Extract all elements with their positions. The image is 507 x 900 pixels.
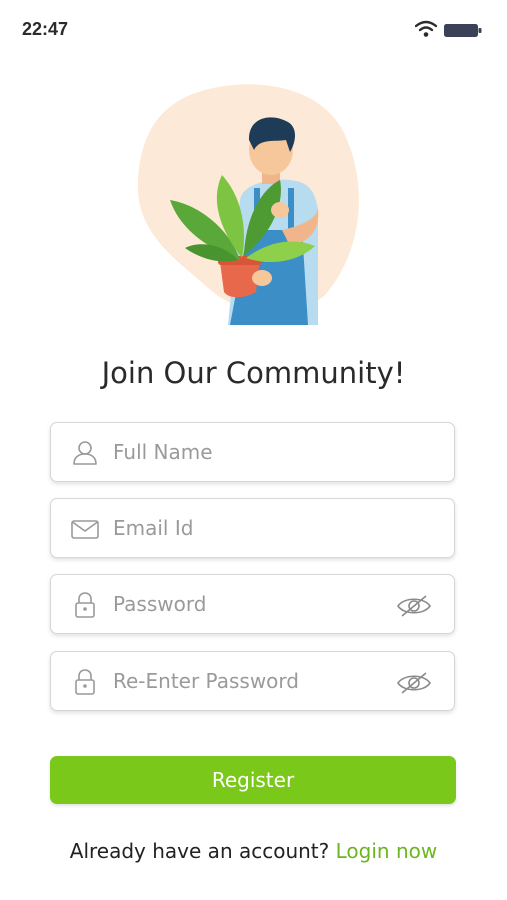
email-input[interactable] (113, 499, 383, 557)
mail-icon (71, 520, 99, 539)
status-bar: 22:47 (0, 0, 507, 60)
community-illustration (137, 84, 359, 325)
eye-slash-icon[interactable] (396, 594, 432, 618)
password-input[interactable] (113, 575, 383, 633)
eye-slash-icon[interactable] (396, 671, 432, 695)
status-time: 22:47 (22, 19, 69, 39)
login-now-link[interactable]: Login now (336, 839, 438, 863)
confirm-password-field[interactable] (50, 651, 455, 711)
full-name-field[interactable] (50, 422, 455, 482)
confirm-password-input[interactable] (113, 652, 383, 710)
battery-icon (444, 24, 482, 37)
password-field[interactable] (50, 574, 455, 634)
wifi-icon (415, 20, 437, 37)
lock-icon (75, 592, 95, 618)
page-title: Join Our Community! (101, 356, 406, 390)
lock-icon (75, 669, 95, 695)
email-field[interactable] (50, 498, 455, 558)
register-button[interactable]: Register (50, 756, 456, 804)
login-prompt-text: Already have an account? (69, 839, 336, 863)
user-icon (73, 441, 97, 465)
full-name-input[interactable] (113, 423, 383, 481)
login-prompt: Already have an account? Login now (0, 839, 507, 863)
